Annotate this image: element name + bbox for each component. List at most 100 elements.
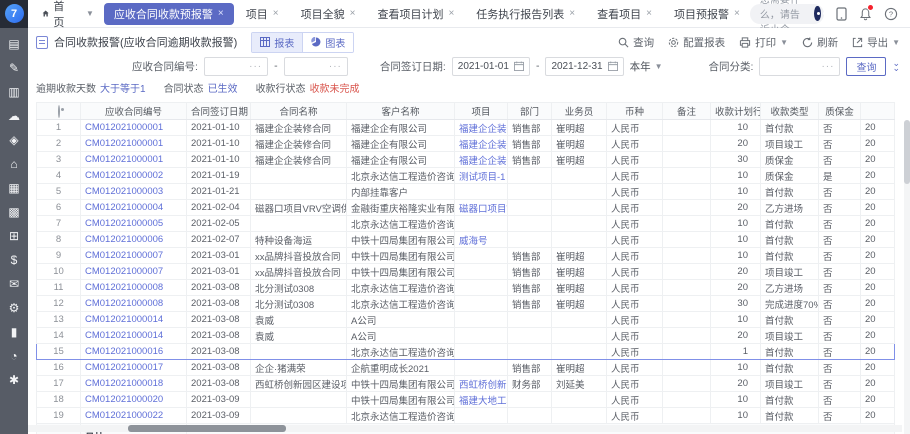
table-row[interactable]: 10CM0120210000072021-03-01xx品牌抖音投放合同中铁十四… [37, 264, 895, 280]
app-logo[interactable]: 7 [0, 0, 28, 28]
close-icon[interactable]: × [646, 8, 652, 19]
table-row[interactable]: 6CM0120210000042021-02-04磁器口项目VRV空调供应...… [37, 200, 895, 216]
table-row[interactable]: 12CM0120210000082021-03-08北分测试0308北京永达信工… [37, 296, 895, 312]
close-icon[interactable]: × [218, 8, 224, 19]
search-action[interactable]: 查询 [618, 35, 654, 50]
table-row[interactable]: 7CM0120210000052021-02-05北京永达信工程造价咨询有限公司… [37, 216, 895, 232]
edit-doc-icon[interactable]: ✎ [7, 62, 21, 75]
cloud-sync-icon[interactable]: ☁ [7, 110, 21, 123]
cell-contract-no-link[interactable]: CM012021000003 [81, 184, 187, 200]
tab-project[interactable]: 项目× [236, 3, 289, 25]
date-from-input[interactable]: 2021-01-01 [452, 57, 530, 76]
condition-value[interactable]: 大于等于1 [100, 80, 146, 95]
cell-project-link[interactable]: 福建企企装修项 [455, 136, 508, 152]
chevron-down-icon[interactable]: ▼ [86, 9, 94, 18]
bar-chart-icon[interactable]: ▮ [7, 326, 21, 339]
contract-no-from-input[interactable]: ··· [204, 57, 268, 76]
select-column-header[interactable] [37, 103, 81, 120]
cell-contract-no-link[interactable]: CM012021000007 [81, 248, 187, 264]
id-card-icon[interactable]: ▤ [7, 38, 21, 51]
col-contract-no[interactable]: 应收合同编号 [81, 103, 187, 120]
table-row[interactable]: 8CM0120210000062021-02-07特种设备海运中铁十四局集团有限… [37, 232, 895, 248]
col-department[interactable]: 部门 [508, 103, 552, 120]
cell-contract-no-link[interactable]: CM012021000017 [81, 360, 187, 376]
cell-contract-no-link[interactable]: CM012021000016 [81, 344, 187, 360]
book-icon[interactable]: ▥ [7, 86, 21, 99]
assistant-search-input[interactable]: 您需要什么，请告诉小企 [750, 4, 824, 24]
table-row[interactable]: 5CM0120210000032021-01-21内部挂靠客户人民币10首付款否… [37, 184, 895, 200]
home-module-icon[interactable]: ⌂ [7, 158, 21, 171]
col-contract-name[interactable]: 合同名称 [251, 103, 347, 120]
category-input[interactable]: ··· [759, 57, 840, 76]
col-project[interactable]: 项目 [455, 103, 508, 120]
tools-icon[interactable]: ✱ [7, 374, 21, 387]
cell-contract-no-link[interactable]: CM012021000001 [81, 152, 187, 168]
gear-icon[interactable]: ⚙ [7, 302, 21, 315]
col-plan-line[interactable]: 收款计划行 [711, 103, 761, 120]
cell-contract-no-link[interactable]: CM012021000018 [81, 376, 187, 392]
notification-bell-icon[interactable] [859, 6, 872, 22]
cell-project-link[interactable]: 福建大地工程集 [455, 392, 508, 408]
table-row[interactable]: 9CM0120210000072021-03-01xx品牌抖音投放合同中铁十四局… [37, 248, 895, 264]
refresh-action[interactable]: 刷新 [802, 35, 838, 50]
condition-value[interactable]: 已生效 [208, 80, 238, 95]
history-clock-icon[interactable]: ◔ [7, 350, 21, 363]
col-retention[interactable]: 质保金 [819, 103, 861, 120]
close-icon[interactable]: × [350, 8, 356, 19]
help-icon[interactable]: ? [884, 6, 898, 22]
cell-project-link[interactable]: 测试项目-1 [455, 168, 508, 184]
cell-contract-no-link[interactable]: CM012021000014 [81, 328, 187, 344]
tab-project-alert[interactable]: 项目预报警× [664, 3, 750, 25]
horizontal-scroll-thumb[interactable] [128, 425, 286, 432]
tab-home[interactable]: 首页 ▼ [28, 0, 104, 30]
close-icon[interactable]: × [569, 8, 575, 19]
report-mail-icon[interactable]: ✉ [7, 278, 21, 291]
table-row[interactable]: 1CM0120210000012021-01-10福建企企装修合同福建企企有限公… [37, 120, 895, 136]
condition-value[interactable]: 收款未完成 [310, 80, 360, 95]
cell-project-link[interactable]: 西虹桥创新园区 [455, 376, 508, 392]
cell-project-link[interactable]: 磁器口项目VRV [455, 200, 508, 216]
mobile-app-icon[interactable] [836, 6, 847, 22]
cell-project-link[interactable]: 福建企企装修项 [455, 120, 508, 136]
export-action[interactable]: 导出 ▼ [852, 35, 900, 50]
table-row[interactable]: 16CM0120210000172021-03-08企企·猪满荣企航重明成长20… [37, 360, 895, 376]
tab-view-project[interactable]: 查看项目× [587, 3, 662, 25]
print-action[interactable]: 打印 ▼ [739, 35, 788, 50]
chart-view-button[interactable]: 图表 [302, 33, 353, 52]
query-button[interactable]: 查询 [846, 57, 886, 76]
table-row[interactable]: 11CM0120210000082021-03-08北分测试0308北京永达信工… [37, 280, 895, 296]
cell-contract-no-link[interactable]: CM012021000005 [81, 216, 187, 232]
table-row[interactable]: 2CM0120210000012021-01-10福建企企装修合同福建企企有限公… [37, 136, 895, 152]
cell-contract-no-link[interactable]: CM012021000006 [81, 232, 187, 248]
cell-project-link[interactable]: 威海号 [455, 232, 508, 248]
horizontal-scrollbar[interactable] [28, 425, 902, 432]
cell-contract-no-link[interactable]: CM012021000004 [81, 200, 187, 216]
report-view-button[interactable]: 报表 [252, 33, 302, 52]
vertical-scrollbar[interactable] [904, 120, 910, 434]
date-to-input[interactable]: 2021-12-31 [545, 57, 623, 76]
tab-task-report-list[interactable]: 任务执行报告列表× [466, 3, 585, 25]
finance-icon[interactable]: $ [7, 254, 21, 267]
table-row[interactable]: 13CM0120210000142021-03-08袁威A公司人民币10首付款否… [37, 312, 895, 328]
video-icon[interactable]: ▦ [7, 182, 21, 195]
table-row[interactable]: 17CM0120210000182021-03-08西虹桥创新园区建设项目...… [37, 376, 895, 392]
calendar-icon[interactable]: ▩ [7, 206, 21, 219]
table-row[interactable]: 19CM0120210000222021-03-09北京永达信工程造价咨询有限公… [37, 408, 895, 424]
cell-contract-no-link[interactable]: CM012021000002 [81, 168, 187, 184]
period-select[interactable]: 本年 ▼ [630, 59, 663, 74]
tab-project-overview[interactable]: 项目全貌× [291, 3, 366, 25]
col-currency[interactable]: 币种 [607, 103, 663, 120]
tab-project-plan[interactable]: 查看项目计划× [367, 3, 464, 25]
cell-contract-no-link[interactable]: CM012021000001 [81, 136, 187, 152]
grid-apps-icon[interactable]: ⊞ [7, 230, 21, 243]
table-row[interactable]: 18CM0120210000202021-03-09中铁十四局集团有限公司福建大… [37, 392, 895, 408]
cell-contract-no-link[interactable]: CM012021000020 [81, 392, 187, 408]
cell-contract-no-link[interactable]: CM012021000008 [81, 296, 187, 312]
close-icon[interactable]: × [448, 8, 454, 19]
shield-icon[interactable]: ◈ [7, 134, 21, 147]
expand-filters-icon[interactable]: ⌄⌄ [892, 61, 900, 71]
col-customer[interactable]: 客户名称 [347, 103, 455, 120]
cell-contract-no-link[interactable]: CM012021000014 [81, 312, 187, 328]
table-row[interactable]: 4CM0120210000022021-01-19北京永达信工程造价咨询有限公司… [37, 168, 895, 184]
table-row[interactable]: 14CM0120210000142021-03-08袁威A公司人民币20项目竣工… [37, 328, 895, 344]
